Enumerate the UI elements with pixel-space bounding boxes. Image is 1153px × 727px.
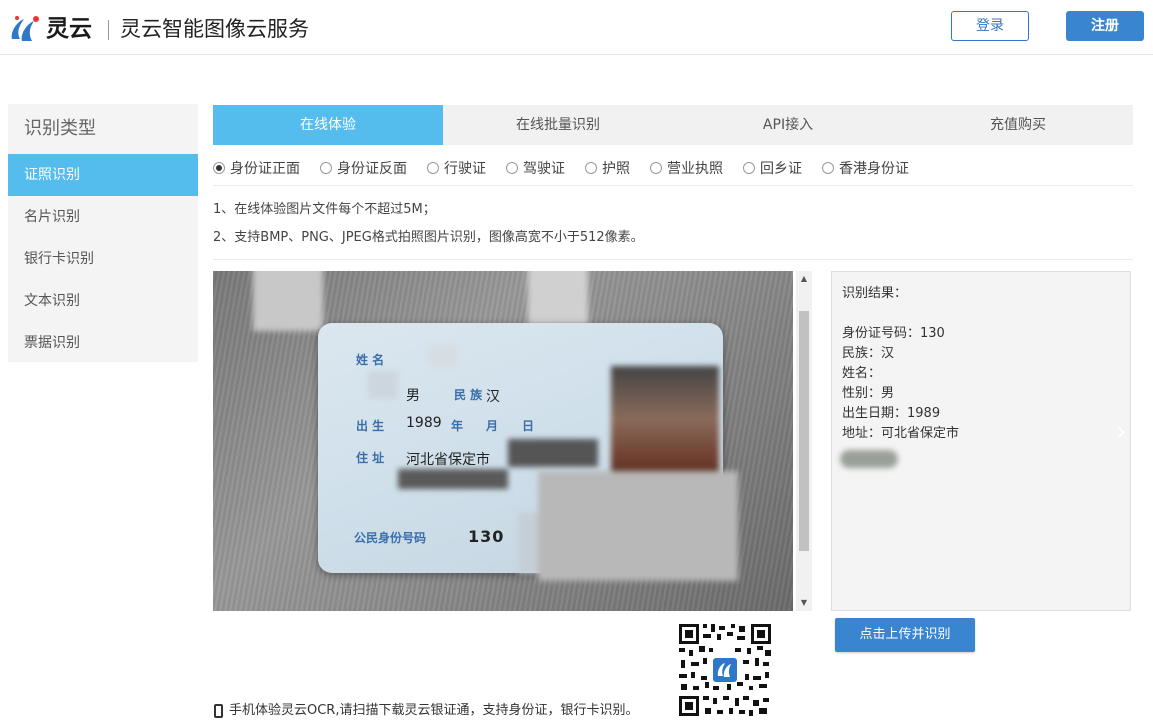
scroll-thumb[interactable] [799,311,809,551]
mobile-note-text: 手机体验灵云OCR,请扫描下载灵云银证通，支持身份证，银行卡识别。 [229,703,639,718]
card-name-label: 姓 名 [356,353,385,367]
tab-online-trial[interactable]: 在线体验 [213,105,443,145]
privacy-blur [538,471,738,581]
radio-icon[interactable] [320,161,332,174]
card-address: 河北省保定市 [406,452,490,468]
scroll-down-icon[interactable]: ▼ [796,595,812,611]
radio-label: 护照 [602,160,630,177]
radio-passport[interactable]: 护照 [585,158,630,178]
result-gender: 性别：男 [842,386,895,401]
card-ethnicity: 汉 [486,389,500,405]
tab-api-access[interactable]: API接入 [673,105,903,145]
mobile-download-note: 手机体验灵云OCR,请扫描下载灵云银证通，支持身份证，银行卡识别。 [214,701,638,721]
qr-code [677,622,773,718]
preview-scrollbar[interactable]: ▲ ▼ [796,271,812,611]
result-name: 姓名： [842,366,882,381]
note-formats: 2、支持BMP、PNG、JPEG格式拍照图片识别，图像高宽不小于512像素。 [213,230,644,245]
radio-label: 营业执照 [667,160,723,177]
logo-icon [11,16,39,41]
tab-bar: 在线体验 在线批量识别 API接入 充值购买 [213,105,1133,145]
radio-business-license[interactable]: 营业执照 [650,158,723,178]
privacy-blur [368,371,398,399]
card-month-char: 月 [486,419,499,433]
note-file-size: 1、在线体验图片文件每个不超过5M； [213,202,436,217]
card-year-char: 年 [451,419,464,433]
radio-id-front[interactable]: 身份证正面 [213,158,300,178]
document-type-selector: 身份证正面 身份证反面 行驶证 驾驶证 护照 营业执照 回乡证 香港身份证 [213,150,1133,186]
scroll-up-icon[interactable]: ▲ [796,271,812,287]
radio-driver-license[interactable]: 驾驶证 [506,158,565,178]
card-id-number: 130 [468,527,505,546]
site-title: 灵云智能图像云服务 [120,17,309,41]
card-day-char: 日 [522,419,535,433]
sidebar-item-id-recognition[interactable]: 证照识别 [8,154,198,196]
radio-label: 行驶证 [444,160,486,177]
radio-hk-id[interactable]: 香港身份证 [822,158,909,178]
login-button[interactable]: 登录 [951,11,1029,41]
card-address-label: 住 址 [356,451,385,465]
upload-recognize-button[interactable]: 点击上传并识别 [835,618,975,652]
header: 灵云 灵云智能图像云服务 登录 注册 [0,0,1153,55]
radio-icon[interactable] [650,161,662,174]
radio-icon[interactable] [427,161,439,174]
tab-batch-recognition[interactable]: 在线批量识别 [443,105,673,145]
card-id-label: 公民身份号码 [354,531,427,545]
brand-name: 灵云 [46,16,92,42]
radio-icon[interactable] [506,161,518,174]
privacy-blur [398,469,508,489]
radio-label: 回乡证 [760,160,802,177]
image-preview: 姓 名 男 民 族 汉 出 生 1989 年 月 日 住 址 河北省保定市 公民… [213,271,793,611]
radio-home-return-permit[interactable]: 回乡证 [743,158,802,178]
sidebar-item-business-card[interactable]: 名片识别 [8,196,198,238]
sidebar: 识别类型 证照识别 名片识别 银行卡识别 文本识别 票据识别 [8,104,198,362]
radio-label: 香港身份证 [839,160,909,177]
register-button[interactable]: 注册 [1066,11,1144,41]
logo-separator [108,20,109,40]
sidebar-item-text[interactable]: 文本识别 [8,280,198,322]
tab-recharge[interactable]: 充值购买 [903,105,1133,145]
result-address: 地址：可北省保定市 [842,426,960,441]
result-ethnicity: 民族：汉 [842,346,895,361]
privacy-blur [528,271,588,326]
radio-label: 身份证反面 [337,160,407,177]
radio-icon[interactable] [743,161,755,174]
chevron-right-icon[interactable]: › [1116,417,1126,447]
sidebar-item-invoice[interactable]: 票据识别 [8,322,198,364]
result-id-number: 身份证号码：130 [842,326,945,341]
radio-icon[interactable] [585,161,597,174]
sidebar-title: 识别类型 [24,118,96,139]
result-birth-date: 出生日期：1989 [842,406,941,421]
radio-label: 驾驶证 [523,160,565,177]
radio-checked-icon[interactable] [213,161,225,174]
privacy-blur [840,450,898,468]
privacy-blur [508,439,598,467]
result-panel: 识别结果： 身份证号码：130 民族：汉 姓名： 性别：男 出生日期：1989 … [831,271,1131,611]
card-birth-year: 1989 [406,415,442,431]
radio-vehicle-license[interactable]: 行驶证 [427,158,486,178]
radio-label: 身份证正面 [230,160,300,177]
privacy-blur [428,345,458,367]
result-title: 识别结果： [842,286,908,301]
radio-icon[interactable] [822,161,834,174]
card-birth-label: 出 生 [356,419,385,433]
radio-id-back[interactable]: 身份证反面 [320,158,407,178]
card-ethnicity-label: 民 族 [454,388,483,402]
mobile-phone-icon [214,704,223,718]
sidebar-item-bank-card[interactable]: 银行卡识别 [8,238,198,280]
privacy-blur [253,271,323,331]
usage-notes: 1、在线体验图片文件每个不超过5M； 2、支持BMP、PNG、JPEG格式拍照图… [213,196,1133,260]
card-gender: 男 [406,388,420,404]
